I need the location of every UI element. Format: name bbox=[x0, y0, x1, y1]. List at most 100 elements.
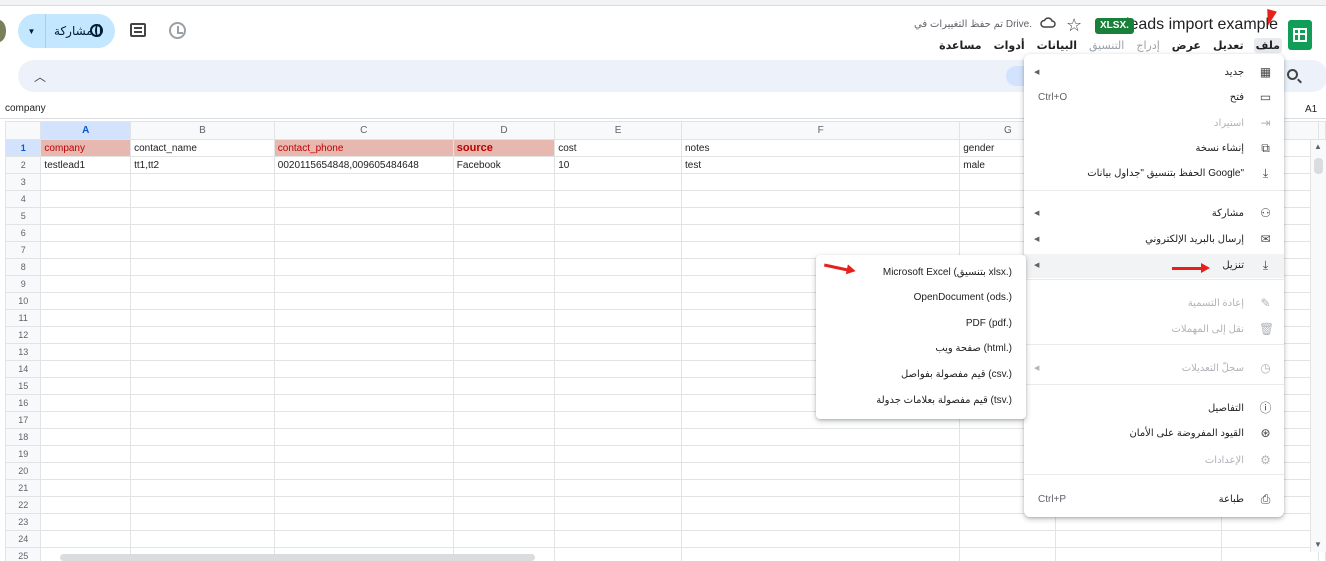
version-history-icon[interactable] bbox=[169, 22, 186, 39]
cell[interactable] bbox=[680, 190, 961, 208]
cell[interactable] bbox=[40, 309, 132, 327]
cell[interactable] bbox=[130, 292, 275, 310]
cell[interactable] bbox=[1220, 547, 1320, 561]
scroll-down-icon[interactable]: ▼ bbox=[1314, 540, 1322, 549]
row-header[interactable]: 4 bbox=[4, 190, 42, 208]
scroll-up-icon[interactable]: ▲ bbox=[1314, 142, 1322, 151]
select-all-corner[interactable] bbox=[4, 121, 42, 140]
account-avatar[interactable] bbox=[0, 20, 6, 42]
cell[interactable] bbox=[273, 309, 454, 327]
data-cell[interactable]: testlead1 bbox=[40, 156, 132, 174]
column-header-d[interactable]: D bbox=[452, 121, 556, 140]
cell[interactable] bbox=[273, 411, 454, 429]
file-menu-item-print[interactable]: ⎙ طباعة Ctrl+P bbox=[1024, 488, 1284, 512]
cell[interactable] bbox=[273, 479, 454, 497]
cell[interactable] bbox=[554, 343, 682, 361]
cell[interactable] bbox=[130, 411, 275, 429]
cell[interactable] bbox=[130, 394, 275, 412]
cell[interactable] bbox=[959, 547, 1057, 561]
menu-tools[interactable]: أدوات bbox=[992, 38, 1027, 53]
cell[interactable] bbox=[1220, 530, 1320, 548]
cell[interactable] bbox=[40, 530, 132, 548]
file-menu-item-share-person[interactable]: ⚇ مشاركة ◀ bbox=[1024, 202, 1284, 226]
cell[interactable] bbox=[130, 241, 275, 259]
row-header[interactable]: 23 bbox=[4, 513, 42, 531]
cell[interactable] bbox=[959, 530, 1057, 548]
row-header[interactable]: 11 bbox=[4, 309, 42, 327]
cell[interactable] bbox=[1055, 547, 1222, 561]
cell[interactable] bbox=[40, 173, 132, 191]
cell[interactable] bbox=[554, 241, 682, 259]
cell[interactable] bbox=[452, 224, 556, 242]
cell[interactable] bbox=[554, 258, 682, 276]
row-header[interactable]: 6 bbox=[4, 224, 42, 242]
cell[interactable] bbox=[273, 292, 454, 310]
data-cell[interactable]: test bbox=[680, 156, 961, 174]
file-menu-item-folder[interactable]: ▭ فتح Ctrl+O bbox=[1024, 86, 1284, 110]
row-header[interactable]: 1 bbox=[4, 139, 42, 157]
cloud-saved-icon[interactable] bbox=[1040, 17, 1056, 28]
cell[interactable] bbox=[452, 496, 556, 514]
cell[interactable] bbox=[452, 326, 556, 344]
cell[interactable] bbox=[130, 445, 275, 463]
row-header[interactable]: 24 bbox=[4, 530, 42, 548]
cell[interactable] bbox=[680, 462, 961, 480]
cell[interactable] bbox=[680, 479, 961, 497]
cell[interactable] bbox=[40, 496, 132, 514]
menu-data[interactable]: البيانات bbox=[1035, 38, 1079, 53]
cell[interactable] bbox=[40, 326, 132, 344]
cell[interactable] bbox=[130, 224, 275, 242]
cell[interactable] bbox=[554, 496, 682, 514]
cell[interactable] bbox=[40, 462, 132, 480]
file-menu-item-settings[interactable]: ⚙ الإعدادات bbox=[1024, 449, 1284, 473]
cell[interactable] bbox=[273, 343, 454, 361]
download-option[interactable]: PDF (pdf.) bbox=[816, 311, 1026, 335]
document-title[interactable]: leads import example bbox=[1126, 16, 1278, 34]
cell[interactable] bbox=[452, 173, 556, 191]
row-header[interactable]: 15 bbox=[4, 377, 42, 395]
row-header[interactable]: 17 bbox=[4, 411, 42, 429]
cell[interactable] bbox=[130, 309, 275, 327]
cell[interactable] bbox=[554, 224, 682, 242]
cell[interactable] bbox=[40, 207, 132, 225]
cell[interactable] bbox=[680, 428, 961, 446]
cell[interactable] bbox=[40, 275, 132, 293]
cell[interactable] bbox=[40, 411, 132, 429]
cell[interactable] bbox=[554, 309, 682, 327]
cell[interactable] bbox=[40, 513, 132, 531]
cell[interactable] bbox=[273, 258, 454, 276]
header-cell[interactable]: contact_phone bbox=[273, 139, 454, 157]
cell[interactable] bbox=[40, 377, 132, 395]
cell[interactable] bbox=[130, 207, 275, 225]
file-menu-item-save-as-sheets[interactable]: ⤓ الحفظ بتنسيق "جداول بيانات Google" bbox=[1024, 162, 1284, 186]
row-header[interactable]: 19 bbox=[4, 445, 42, 463]
sheets-logo-icon[interactable] bbox=[1288, 20, 1312, 50]
cell[interactable] bbox=[40, 428, 132, 446]
header-cell[interactable]: cost bbox=[554, 139, 682, 157]
cell[interactable] bbox=[554, 513, 682, 531]
cell[interactable] bbox=[273, 496, 454, 514]
header-cell[interactable]: contact_name bbox=[130, 139, 275, 157]
cell[interactable] bbox=[40, 360, 132, 378]
cell[interactable] bbox=[680, 530, 961, 548]
header-cell[interactable]: company bbox=[40, 139, 132, 157]
column-header-b[interactable]: B bbox=[130, 121, 275, 140]
row-header[interactable]: 25 bbox=[4, 547, 42, 561]
star-icon[interactable]: ☆ bbox=[1066, 15, 1082, 36]
download-option[interactable]: OpenDocument (ods.) bbox=[816, 285, 1026, 309]
data-cell[interactable]: Facebook bbox=[452, 156, 556, 174]
cell[interactable] bbox=[130, 496, 275, 514]
menu-format[interactable]: التنسيق bbox=[1087, 38, 1126, 53]
row-header[interactable]: 14 bbox=[4, 360, 42, 378]
cell[interactable] bbox=[452, 377, 556, 395]
cell[interactable] bbox=[554, 547, 682, 561]
cell[interactable] bbox=[40, 190, 132, 208]
row-header[interactable]: 7 bbox=[4, 241, 42, 259]
row-header[interactable]: 9 bbox=[4, 275, 42, 293]
cell[interactable] bbox=[452, 411, 556, 429]
cell[interactable] bbox=[273, 207, 454, 225]
row-header[interactable]: 21 bbox=[4, 479, 42, 497]
cell[interactable] bbox=[273, 445, 454, 463]
download-option[interactable]: قيم مفصولة بفواصل (csv.) bbox=[816, 362, 1026, 386]
cell[interactable] bbox=[130, 326, 275, 344]
